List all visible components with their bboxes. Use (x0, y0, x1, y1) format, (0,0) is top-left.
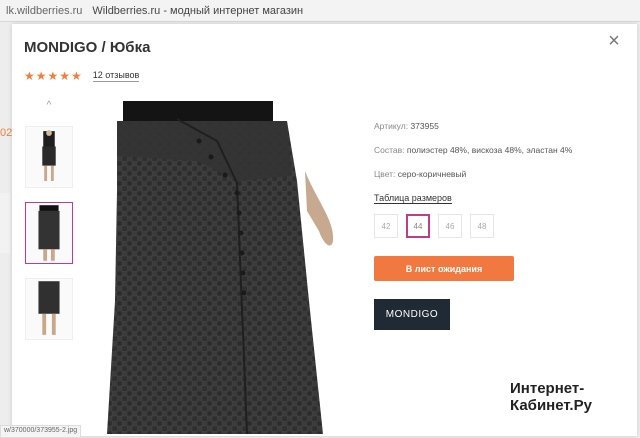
composition-row: Состав: полиэстер 48%, вискоза 48%, элас… (374, 145, 614, 155)
background-fragment-2 (0, 193, 10, 253)
chevron-up-icon[interactable]: ^ (24, 100, 74, 118)
article-label: Артикул: (374, 121, 409, 131)
size-selector: 42 44 46 48 (374, 214, 614, 238)
browser-titlebar: lk.wildberries.ru Wildberries.ru - модны… (0, 0, 640, 22)
composition-value: полиэстер 48%, вискоза 48%, эластан 4% (406, 145, 573, 155)
reviews-link[interactable]: 12 отзывов (92, 70, 140, 82)
rating-stars: ★★★★★ (24, 69, 83, 83)
color-value: серо-коричневый (397, 169, 467, 179)
size-option[interactable]: 42 (374, 214, 398, 238)
thumbnail-3-image (26, 279, 72, 339)
status-url: w/370000/373955-2.jpg (0, 425, 82, 438)
product-modal: × MONDIGO / Юбка ★★★★★ 12 отзывов ^ Арти… (12, 24, 637, 436)
thumbnail-1-image (26, 127, 72, 187)
article-value: 373955 (410, 121, 439, 131)
color-row: Цвет: серо-коричневый (374, 169, 614, 179)
size-option-selected[interactable]: 44 (406, 214, 430, 238)
thumbnail-list: ^ (24, 100, 74, 354)
thumbnail-2-image (26, 203, 72, 263)
thumbnail-2[interactable] (25, 202, 73, 264)
brand-logo[interactable]: MONDIGO (374, 299, 450, 330)
background-fragment: 02 (0, 127, 13, 139)
waitlist-button[interactable]: В лист ожидания (374, 256, 514, 281)
watermark-line-2: Кабинет.Ру (510, 397, 592, 414)
rating: ★★★★★ 12 отзывов (24, 69, 140, 83)
watermark: Интернет- Кабинет.Ру (510, 380, 592, 414)
skirt-image (87, 101, 357, 434)
color-label: Цвет: (374, 169, 396, 179)
watermark-line-1: Интернет- (510, 380, 585, 397)
thumbnail-3[interactable] (25, 278, 73, 340)
composition-label: Состав: (374, 145, 405, 155)
product-title: MONDIGO / Юбка (24, 39, 151, 56)
size-table-link[interactable]: Таблица размеров (374, 193, 452, 204)
close-icon[interactable]: × (605, 31, 623, 51)
product-info: Артикул: 373955 Состав: полиэстер 48%, в… (374, 121, 614, 330)
thumbnail-1[interactable] (25, 126, 73, 188)
size-option[interactable]: 48 (470, 214, 494, 238)
browser-domain: lk.wildberries.ru (6, 4, 83, 17)
size-option[interactable]: 46 (438, 214, 462, 238)
main-product-image[interactable] (87, 101, 357, 434)
article-row: Артикул: 373955 (374, 121, 614, 131)
browser-title: Wildberries.ru - модный интернет магазин (92, 4, 304, 17)
